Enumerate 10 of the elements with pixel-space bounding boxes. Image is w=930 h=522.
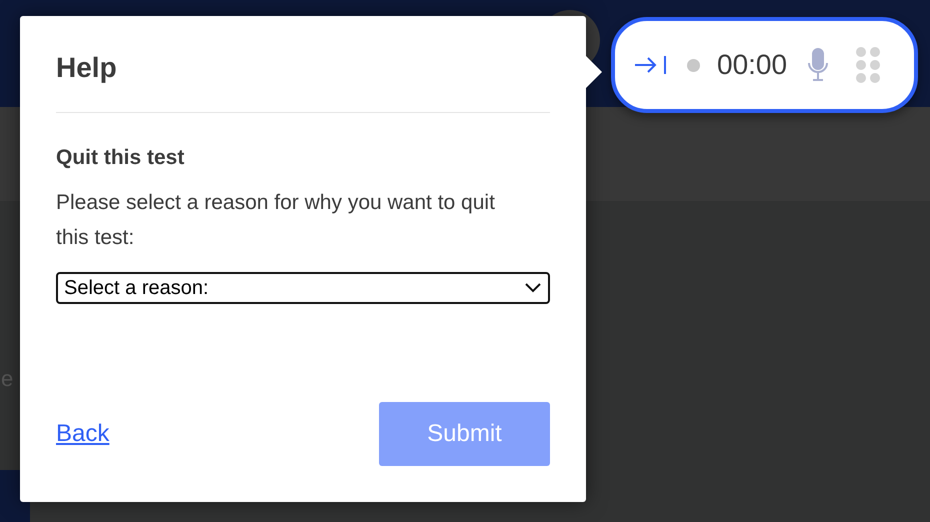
chevron-down-icon	[524, 282, 542, 294]
dialog-title: Help	[56, 51, 118, 85]
back-link[interactable]: Back	[56, 416, 110, 452]
reason-prompt: Please select a reason for why you want to quit this test:	[56, 190, 496, 251]
collapse-arrow-icon[interactable]	[633, 54, 667, 76]
section-heading: Quit this test	[56, 145, 186, 171]
microphone-icon[interactable]	[807, 48, 830, 82]
reason-select[interactable]: Select a reason:	[56, 272, 550, 304]
drag-handle-icon[interactable]	[855, 46, 882, 84]
timer: 00:00	[717, 48, 788, 82]
